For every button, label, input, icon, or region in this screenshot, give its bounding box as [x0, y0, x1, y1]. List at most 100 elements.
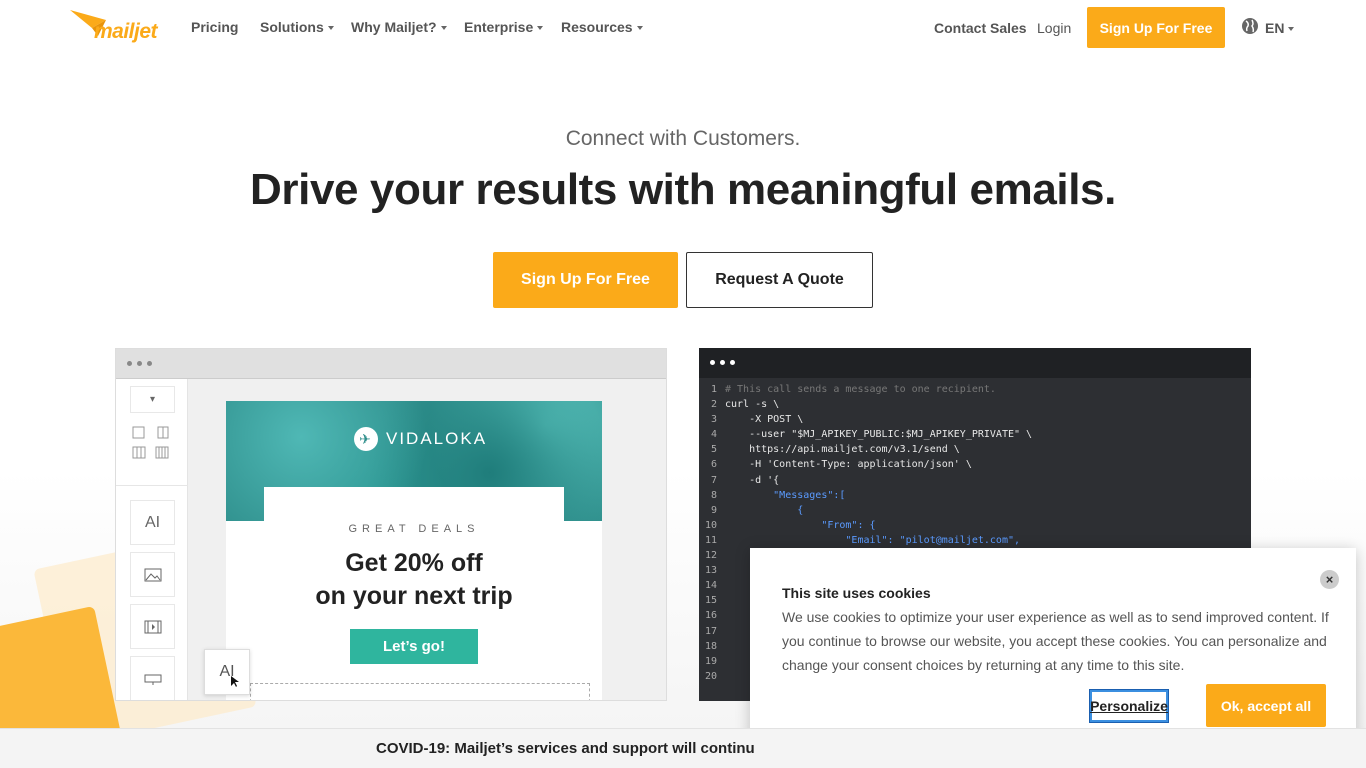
close-icon[interactable]: × — [1320, 570, 1339, 589]
window-title-bar — [699, 348, 1251, 378]
login-link[interactable]: Login — [1037, 20, 1071, 36]
request-quote-button[interactable]: Request A Quote — [686, 252, 873, 308]
line-number: 7 — [710, 474, 717, 486]
window-dots — [710, 360, 735, 365]
nav-item-pricing[interactable]: Pricing — [191, 19, 238, 35]
contact-sales-link[interactable]: Contact Sales — [934, 20, 1027, 36]
line-number: 1 — [710, 384, 717, 395]
line-number: 14 — [704, 580, 717, 592]
language-selector[interactable]: EN — [1265, 20, 1295, 36]
section-icon: ▾ — [130, 386, 175, 413]
email-kicker: GREAT DEALS — [348, 523, 480, 535]
line-number: 18 — [704, 640, 717, 652]
personalize-button[interactable]: Personalize — [1089, 689, 1169, 723]
cursor-icon — [231, 676, 239, 687]
cookie-body: We use cookies to optimize your user exp… — [782, 609, 1329, 673]
caret-down-icon — [327, 26, 334, 31]
nav-item-why-mailjet[interactable]: Why Mailjet? — [351, 19, 447, 35]
line-code: -d '{ — [725, 474, 780, 486]
line-number: 3 — [710, 414, 717, 426]
cookie-consent-dialog: This site uses cookies We use cookies to… — [750, 548, 1356, 758]
divider — [116, 485, 188, 486]
dragged-text-block-icon[interactable]: AI — [204, 649, 250, 695]
nav-signup-button[interactable]: Sign Up For Free — [1087, 7, 1225, 48]
code-line: 9 { — [699, 503, 1251, 518]
text-block-icon[interactable]: AI — [130, 500, 175, 545]
nav-item-resources[interactable]: Resources — [561, 19, 643, 35]
code-line: 8 "Messages":[ — [699, 488, 1251, 503]
email-template-preview: ✈ VIDALOKA GREAT DEALS Get 20% off on yo… — [226, 401, 602, 700]
hero-signup-button[interactable]: Sign Up For Free — [493, 252, 678, 308]
caret-down-icon — [537, 26, 544, 31]
caret-down-icon — [1288, 27, 1295, 32]
airplane-icon: ✈ — [354, 427, 378, 451]
caret-down-icon — [440, 26, 447, 31]
line-number: 20 — [704, 670, 717, 682]
line-number: 10 — [704, 519, 717, 531]
top-navigation: mailjet Pricing Solutions Why Mailjet? E… — [0, 0, 1366, 56]
accept-all-button[interactable]: Ok, accept all — [1206, 684, 1326, 727]
line-code: "Email": "pilot@mailjet.com", — [725, 534, 1021, 546]
line-number: 12 — [704, 550, 717, 562]
covid-notice-text[interactable]: COVID-19: Mailjet’s services and support… — [376, 740, 755, 757]
email-content-panel — [264, 487, 564, 527]
window-dots — [127, 361, 152, 366]
line-number: 17 — [704, 625, 717, 637]
covid-notice-bar: COVID-19: Mailjet’s services and support… — [0, 728, 1366, 768]
line-number: 11 — [704, 534, 717, 546]
email-editor-preview: ▾ AI ✈ VIDALOKA GREAT DEALS Get 20% off … — [115, 348, 667, 701]
line-code: -H 'Content-Type: application/json' \ — [725, 459, 972, 471]
line-code: --user "$MJ_APIKEY_PUBLIC:$MJ_APIKEY_PRI… — [725, 429, 1033, 441]
image-block-icon[interactable] — [130, 552, 175, 597]
nav-item-enterprise[interactable]: Enterprise — [464, 19, 544, 35]
line-code: "From": { — [725, 519, 876, 531]
line-number: 6 — [710, 459, 717, 471]
line-number: 15 — [704, 595, 717, 607]
globe-icon[interactable] — [1241, 17, 1259, 35]
line-number: 16 — [704, 610, 717, 622]
line-code: { — [725, 504, 804, 516]
line-number: 19 — [704, 655, 717, 667]
line-number: 8 — [710, 489, 717, 501]
code-line: 5 https://api.mailjet.com/v3.1/send \ — [699, 442, 1251, 457]
line-code: curl -s \ — [725, 399, 780, 411]
line-number: 13 — [704, 565, 717, 577]
window-title-bar — [116, 349, 666, 379]
brand-name: VIDALOKA — [386, 429, 488, 448]
email-offer-heading: Get 20% off on your next trip — [315, 549, 513, 610]
line-number: 4 — [710, 429, 717, 441]
email-brand: ✈ VIDALOKA — [354, 427, 487, 451]
code-line: 4 --user "$MJ_APIKEY_PUBLIC:$MJ_APIKEY_P… — [699, 427, 1251, 442]
code-line: 6 -H 'Content-Type: application/json' \ — [699, 457, 1251, 472]
line-code: "Messages":[ — [725, 489, 846, 501]
video-block-icon[interactable] — [130, 604, 175, 649]
code-line: 2 curl -s \ — [699, 397, 1251, 412]
editor-tool-rail: ▾ AI — [116, 379, 188, 700]
cookie-title: This site uses cookies — [782, 585, 931, 601]
code-line: 10 "From": { — [699, 518, 1251, 533]
drop-zone — [250, 683, 590, 700]
logo-text[interactable]: mailjet — [94, 20, 158, 44]
line-number: 2 — [710, 399, 717, 411]
line-number: 9 — [710, 504, 717, 516]
nav-item-solutions[interactable]: Solutions — [260, 19, 334, 35]
line-number: 5 — [710, 444, 717, 456]
line-code: https://api.mailjet.com/v3.1/send \ — [725, 444, 960, 456]
code-line: 1 # This call sends a message to one reci… — [699, 382, 1251, 397]
line-code: # This call sends a message to one recip… — [725, 384, 996, 395]
code-line: 7 -d '{ — [699, 473, 1251, 488]
layout-columns-icon — [132, 426, 169, 459]
button-block-icon[interactable] — [130, 656, 175, 700]
hero-kicker: Connect with Customers. — [565, 127, 801, 150]
email-cta-button: Let’s go! — [350, 629, 478, 664]
line-code: -X POST \ — [725, 414, 804, 426]
code-line: 3 -X POST \ — [699, 412, 1251, 427]
